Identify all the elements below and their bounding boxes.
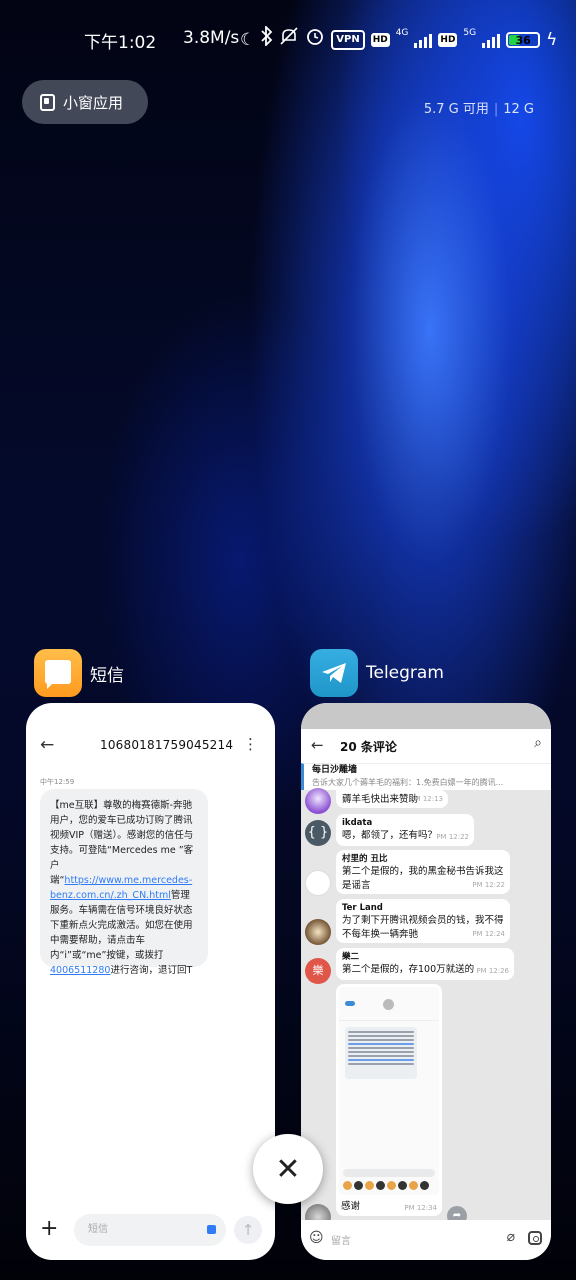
- search-icon[interactable]: ⌕: [534, 735, 542, 751]
- mute-icon: [279, 26, 299, 54]
- avatar: 樂: [305, 958, 331, 984]
- message-time: PM 12:13: [410, 795, 443, 803]
- message-text: 嗯，都领了，还有吗？: [342, 830, 438, 841]
- message-time: PM 12:34: [404, 1204, 437, 1212]
- sms-message-bubble: 【me互联】尊敬的梅赛德斯-奔驰用户，您的爱车已成功订购了腾讯视频VIP（赠送）…: [40, 789, 208, 976]
- battery-level: 36: [515, 33, 531, 47]
- recent-card-sms[interactable]: ← 10680181759045214 ⋮ 中午12:59 【me互联】尊敬的梅…: [26, 703, 275, 1260]
- message-bubble: 薅羊毛快出来赞助 PM 12:13: [336, 790, 448, 808]
- avatar: [305, 788, 331, 814]
- vpn-icon: VPN: [331, 30, 365, 50]
- tg-status-area: [301, 703, 551, 729]
- app-header-telegram[interactable]: Telegram: [310, 649, 444, 697]
- message-time: PM 12:26: [476, 967, 509, 975]
- hd-icon-2: HD: [438, 33, 458, 47]
- memory-total: 12 G: [503, 102, 534, 117]
- status-icons: ☾ VPN HD 4G HD 5G 36 ϟ: [240, 24, 558, 54]
- message-time: PM 12:24: [472, 930, 505, 938]
- network-type-1: 4G: [395, 28, 409, 38]
- network-speed: 3.8M/s: [183, 28, 240, 48]
- network-type-2: 5G: [463, 28, 477, 38]
- close-icon: ✕: [275, 1151, 301, 1187]
- memory-available: 5.7 G 可用: [423, 102, 489, 117]
- signal-5g-icon: [482, 32, 501, 48]
- sms-timestamp: 中午12:59: [40, 778, 75, 786]
- charging-icon: ϟ: [546, 30, 558, 50]
- sms-text-3: 进行咨询，退订回T: [110, 965, 193, 976]
- back-arrow-icon[interactable]: ←: [40, 735, 54, 755]
- message-bubble: 村里的 丑比 第二个是假的，我的黑金秘书告诉我这是谣言 PM 12:22: [336, 850, 510, 894]
- status-bar: 下午1:02 3.8M/s ☾ VPN HD 4G HD 5G 36 ϟ: [0, 22, 576, 58]
- image-message[interactable]: 感谢 PM 12:34: [336, 984, 442, 1216]
- back-arrow-icon[interactable]: ←: [311, 736, 324, 754]
- send-button[interactable]: ↑: [234, 1216, 262, 1244]
- sms-phone-link[interactable]: 4006511280: [50, 965, 110, 976]
- sms-compose-bar: + 短信 ↑: [26, 1202, 275, 1260]
- app-name-sms: 短信: [90, 665, 124, 686]
- bluetooth-icon: [261, 24, 273, 54]
- sms-toolbar: ← 10680181759045214 ⋮: [26, 703, 275, 783]
- floating-window-label: 小窗应用: [63, 93, 124, 112]
- sms-input-placeholder: 短信: [88, 1224, 108, 1235]
- avatar: [305, 870, 331, 896]
- sender-name: ikdata: [342, 818, 373, 828]
- pinned-text: 告诉大家几个薅羊毛的福利：1.免费白嫖一年的腾讯...: [312, 778, 504, 787]
- add-attachment-button[interactable]: +: [40, 1216, 58, 1241]
- recent-card-telegram[interactable]: ← 20 条评论 ⌕ 每日沙雕墙 告诉大家几个薅羊毛的福利：1.免费白嫖一年的腾…: [301, 703, 551, 1260]
- alarm-icon: [305, 26, 325, 54]
- tg-appbar: ← 20 条评论 ⌕: [301, 729, 551, 763]
- signal-4g-icon: [414, 32, 433, 48]
- sms-input[interactable]: 短信: [74, 1214, 226, 1246]
- avatar: [305, 919, 331, 945]
- message-bubble: ikdata 嗯，都领了，还有吗？ PM 12:22: [336, 814, 474, 846]
- tg-title: 20 条评论: [340, 740, 397, 754]
- sms-icon: [34, 649, 82, 697]
- message-text: 薅羊毛快出来赞助: [342, 794, 419, 805]
- tg-compose-bar: ☺ 留言 ⌀: [301, 1220, 551, 1260]
- sms-text-1: 【me互联】尊敬的梅赛德斯-奔驰用户，您的爱车已成功订购了腾讯视频VIP（赠送）…: [50, 800, 194, 886]
- sms-sender: 10680181759045214: [100, 738, 234, 752]
- hd-icon: HD: [370, 33, 390, 47]
- message-time: PM 12:22: [436, 833, 469, 841]
- camera-icon[interactable]: [528, 1231, 542, 1245]
- memory-info: 5.7 G 可用 | 12 G: [423, 102, 534, 117]
- battery-icon: 36: [506, 32, 541, 48]
- floating-window-icon: [40, 93, 55, 111]
- message-time: PM 12:22: [472, 881, 505, 889]
- sim-icon: [207, 1225, 216, 1234]
- pinned-message[interactable]: 每日沙雕墙 告诉大家几个薅羊毛的福利：1.免费白嫖一年的腾讯...: [301, 763, 551, 790]
- status-time: 下午1:02: [84, 33, 157, 53]
- message-bubble: Ter Land 为了剩下开腾讯视频会员的钱，我不得不每年换一辆奔驰 PM 12…: [336, 899, 510, 943]
- avatar: { }: [305, 820, 331, 846]
- image-caption: 感谢: [341, 1201, 361, 1212]
- tg-chat-area: 薅羊毛快出来赞助 PM 12:13 { } ikdata 嗯，都领了，还有吗？ …: [301, 788, 551, 1230]
- sender-name: Ter Land: [342, 903, 383, 913]
- app-header-sms[interactable]: 短信: [34, 649, 124, 697]
- message-bubble: 樂二 第二个是假的，存100万就送的 PM 12:26: [336, 948, 514, 980]
- pinned-title: 每日沙雕墙: [312, 765, 358, 775]
- floating-window-button[interactable]: 小窗应用: [22, 80, 148, 124]
- clear-all-button[interactable]: ✕: [253, 1134, 323, 1204]
- attach-icon[interactable]: ⌀: [507, 1229, 515, 1245]
- telegram-icon: [310, 649, 358, 697]
- moon-icon: ☾: [240, 30, 256, 50]
- screenshot-image: [339, 987, 439, 1195]
- message-text: 第二个是假的，存100万就送的: [342, 964, 475, 975]
- comment-input[interactable]: 留言: [331, 1232, 351, 1247]
- sender-name: 樂二: [342, 952, 360, 962]
- app-name-telegram: Telegram: [366, 663, 444, 683]
- more-options-icon[interactable]: ⋮: [243, 735, 258, 753]
- sender-name: 村里的 丑比: [342, 854, 388, 864]
- emoji-icon[interactable]: ☺: [309, 1230, 324, 1246]
